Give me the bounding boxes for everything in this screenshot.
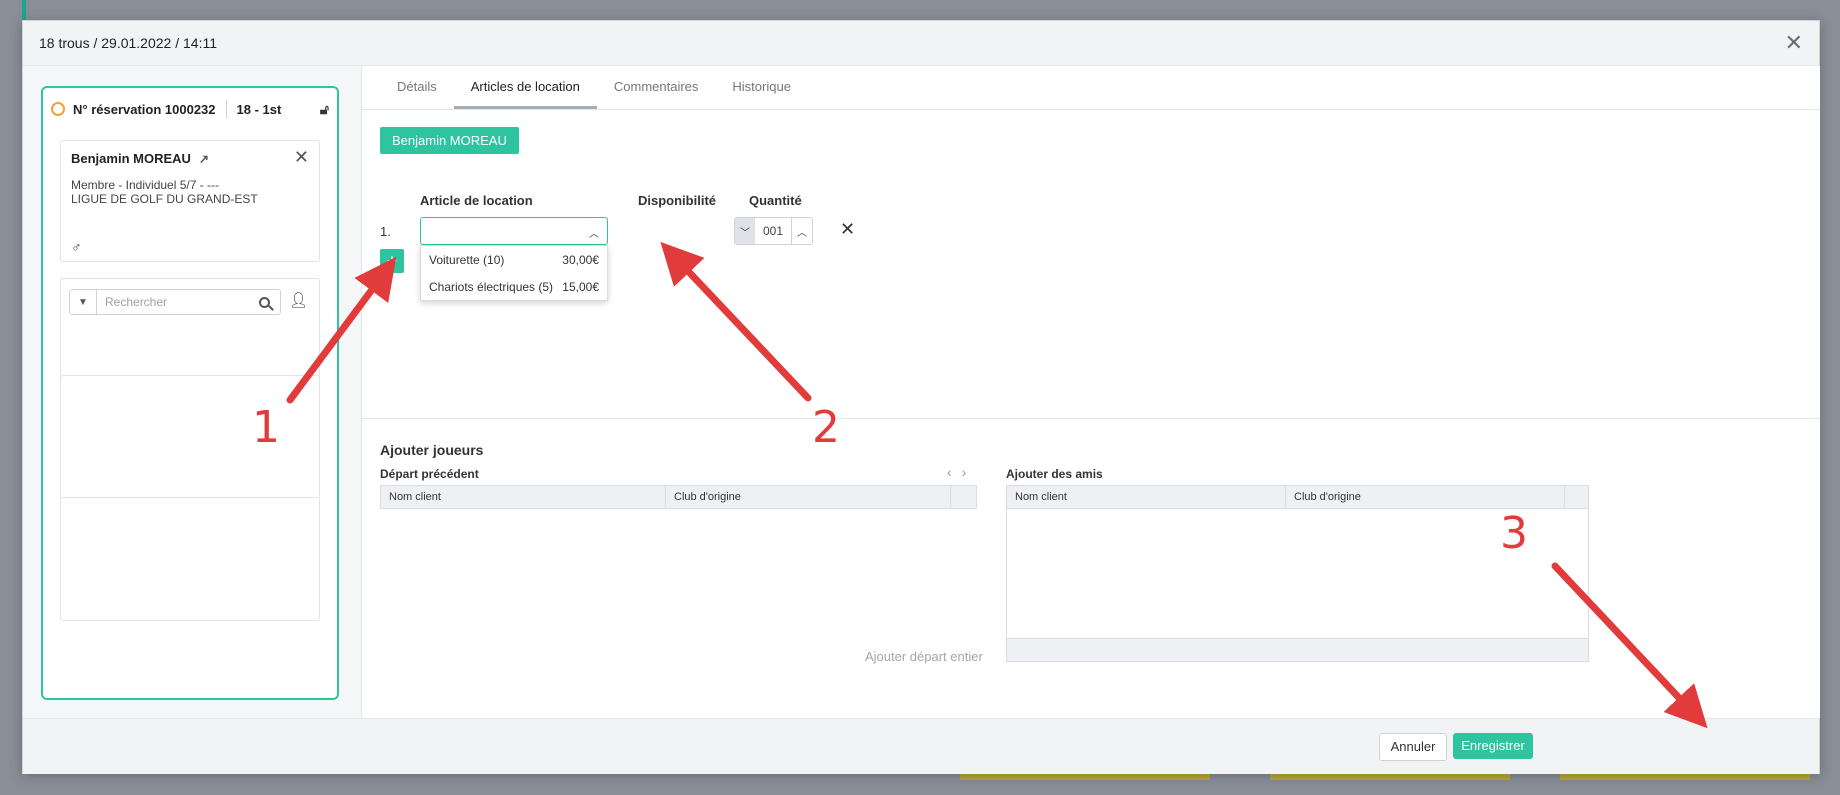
section-divider [362, 418, 1820, 419]
previous-departure-title: Départ précédent [380, 467, 479, 481]
remove-player-icon[interactable]: ✕ [294, 147, 309, 168]
add-whole-departure-link[interactable]: Ajouter départ entier [865, 649, 983, 664]
tab-bar: Détails Articles de location Commentaire… [362, 66, 1820, 110]
external-link-icon[interactable]: ↗ [199, 152, 209, 166]
player-name[interactable]: Benjamin MOREAU [71, 151, 191, 166]
chevron-left-icon[interactable]: ‹ [947, 464, 962, 480]
callout-number: 1 [252, 402, 280, 453]
table-footer [1007, 638, 1588, 661]
empty-player-slot[interactable] [60, 497, 320, 621]
table-header: Nom client Club d'origine [381, 486, 976, 509]
tab-rental-items[interactable]: Articles de location [453, 66, 597, 109]
table-header: Nom client Club d'origine [1007, 486, 1588, 509]
option-price: 30,00€ [562, 252, 599, 267]
player-league: LIGUE DE GOLF DU GRAND-EST [71, 192, 258, 206]
quantity-value[interactable]: 001 [755, 218, 792, 244]
option-name: Voiturette (10) [429, 252, 505, 267]
tab-details[interactable]: Détails [380, 66, 454, 109]
article-select[interactable]: ︿ [420, 217, 608, 245]
male-icon: ♂ [71, 239, 82, 255]
player-name-row: Benjamin MOREAU ↗ [71, 151, 309, 166]
callout-number: 2 [812, 402, 840, 453]
chevron-down-icon[interactable]: ▼ [70, 290, 97, 314]
column-empty [951, 486, 976, 508]
add-row-button[interactable]: + [380, 249, 404, 273]
divider [225, 100, 227, 118]
quantity-stepper: ﹀ 001 ︿ [734, 217, 813, 245]
add-players-title: Ajouter joueurs [380, 442, 484, 458]
search-input[interactable]: ▼ Rechercher [69, 289, 281, 315]
row-number: 1. [380, 224, 391, 239]
empty-player-slot[interactable] [60, 375, 320, 499]
chevron-right-icon[interactable]: › [962, 464, 977, 480]
unlock-icon[interactable]: 🔓︎ [320, 101, 329, 118]
reservation-number: N° réservation 1000232 [73, 101, 216, 117]
search-icon[interactable] [259, 296, 270, 308]
column-empty [1565, 486, 1588, 508]
tab-comments[interactable]: Commentaires [597, 66, 716, 109]
decrement-icon[interactable]: ﹀ [735, 218, 755, 244]
column-home-club: Club d'origine [1286, 486, 1565, 508]
search-placeholder[interactable]: Rechercher [97, 295, 259, 309]
previous-departure-table: Nom client Club d'origine [380, 485, 977, 509]
article-dropdown: Voiturette (10) 30,00€ Chariots électriq… [420, 245, 608, 301]
increment-icon[interactable]: ︿ [792, 218, 812, 244]
player-info: Membre - Individuel 5/7 - --- LIGUE DE G… [71, 178, 309, 206]
option-name: Chariots électriques (5) [429, 279, 554, 294]
pager: ‹› [947, 464, 976, 480]
globe-icon [51, 102, 65, 116]
column-quantity: Quantité [749, 193, 802, 208]
tee-label: 18 - 1st [236, 101, 282, 117]
modal-title: 18 trous / 29.01.2022 / 14:11 [39, 35, 217, 51]
column-home-club: Club d'origine [666, 486, 951, 508]
column-availability: Disponibilité [638, 193, 716, 208]
column-client-name: Nom client [1007, 486, 1286, 508]
add-guest-icon[interactable]: 👤︎ [289, 291, 308, 309]
modal-footer: Annuler Enregistrer [23, 718, 1819, 774]
modal-body: N° réservation 1000232 18 - 1st 🔓︎ Benja… [23, 66, 1820, 718]
dropdown-option[interactable]: Voiturette (10) 30,00€ [421, 246, 607, 273]
callout-number: 3 [1500, 508, 1528, 559]
player-membership: Membre - Individuel 5/7 - --- [71, 178, 220, 192]
dropdown-option[interactable]: Chariots électriques (5) 15,00€ [421, 273, 607, 300]
save-button[interactable]: Enregistrer [1453, 733, 1533, 759]
booking-modal: 18 trous / 29.01.2022 / 14:11 ✕ N° réser… [22, 20, 1820, 774]
option-price: 15,00€ [562, 279, 599, 294]
player-card: Benjamin MOREAU ↗ ✕ Membre - Individuel … [60, 140, 320, 262]
player-chip[interactable]: Benjamin MOREAU [380, 127, 519, 154]
remove-row-icon[interactable]: ✕ [840, 219, 855, 240]
column-client-name: Nom client [381, 486, 666, 508]
tab-history[interactable]: Historique [715, 66, 808, 109]
chevron-up-icon[interactable]: ︿ [589, 225, 599, 240]
reservation-header: N° réservation 1000232 18 - 1st 🔓︎ [43, 88, 337, 118]
modal-header: 18 trous / 29.01.2022 / 14:11 ✕ [23, 21, 1819, 66]
add-friends-title: Ajouter des amis [1006, 467, 1103, 481]
cancel-button[interactable]: Annuler [1379, 733, 1447, 761]
main-panel: Détails Articles de location Commentaire… [361, 66, 1820, 718]
booking-panel: N° réservation 1000232 18 - 1st 🔓︎ Benja… [41, 86, 339, 700]
close-icon[interactable]: ✕ [1785, 32, 1803, 54]
column-article: Article de location [420, 193, 533, 208]
